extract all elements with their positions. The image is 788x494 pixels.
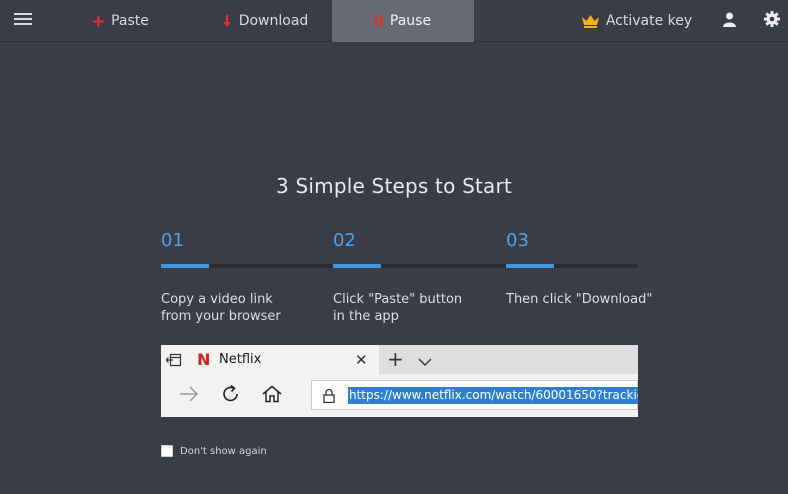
- browser-nav-bar: https://www.netflix.com/watch/60001650?t…: [161, 374, 638, 417]
- step-1-progress: [161, 264, 209, 268]
- paste-button[interactable]: Paste: [76, 0, 166, 42]
- forward-arrow-icon: [179, 386, 199, 406]
- arrow-down-icon: [222, 14, 232, 28]
- paste-label: Paste: [111, 13, 149, 29]
- chevron-down-icon: [418, 352, 432, 371]
- address-bar: https://www.netflix.com/watch/60001650?t…: [311, 380, 638, 410]
- pause-icon: [374, 15, 383, 27]
- reload-icon: [221, 384, 241, 408]
- step-3-description: Then click "Download": [506, 292, 653, 307]
- step-1-description: Copy a video link from your browser: [161, 292, 281, 324]
- user-button[interactable]: [712, 0, 746, 42]
- menu-button[interactable]: [0, 0, 46, 42]
- steps-progress-track: [161, 264, 638, 268]
- dont-show-again-option[interactable]: Don't show again: [161, 445, 267, 457]
- dont-show-again-checkbox[interactable]: [161, 445, 173, 457]
- step-2-description: Click "Paste" button in the app: [333, 292, 463, 324]
- tab-aside-icon: [165, 352, 182, 371]
- address-url: https://www.netflix.com/watch/60001650?t…: [348, 387, 638, 404]
- browser-illustration: N Netflix ✕ + https://www.netflix.com/wa…: [161, 345, 638, 417]
- step-3-number: 03: [506, 230, 529, 251]
- browser-tab-bar: N Netflix ✕ +: [161, 345, 638, 374]
- home-icon: [262, 385, 282, 407]
- new-tab-icon: +: [387, 347, 404, 371]
- lock-icon: [323, 388, 335, 407]
- step-3-progress: [506, 264, 554, 268]
- gear-icon: [764, 11, 780, 31]
- steps-title: 3 Simple Steps to Start: [276, 174, 512, 198]
- step-2-number: 02: [333, 230, 356, 251]
- hamburger-icon: [14, 12, 32, 30]
- download-button[interactable]: Download: [205, 0, 325, 42]
- pause-label: Pause: [389, 13, 432, 29]
- pause-button[interactable]: Pause: [332, 0, 474, 42]
- step-1-number: 01: [161, 230, 184, 251]
- netflix-logo: N: [197, 350, 211, 369]
- plus-icon: [93, 15, 105, 27]
- browser-tab: N Netflix ✕: [161, 345, 379, 374]
- activate-key-button[interactable]: Activate key: [572, 0, 702, 42]
- close-tab-icon: ✕: [355, 351, 368, 369]
- browser-tab-title: Netflix: [219, 352, 262, 367]
- step-2-progress: [333, 264, 381, 268]
- activate-key-label: Activate key: [605, 13, 693, 29]
- user-icon: [722, 12, 736, 31]
- download-label: Download: [238, 13, 309, 29]
- dont-show-again-label: Don't show again: [180, 445, 267, 457]
- crown-icon: [581, 14, 599, 28]
- toolbar: Paste Download Pause Activate key: [0, 0, 788, 42]
- settings-button[interactable]: [756, 0, 788, 42]
